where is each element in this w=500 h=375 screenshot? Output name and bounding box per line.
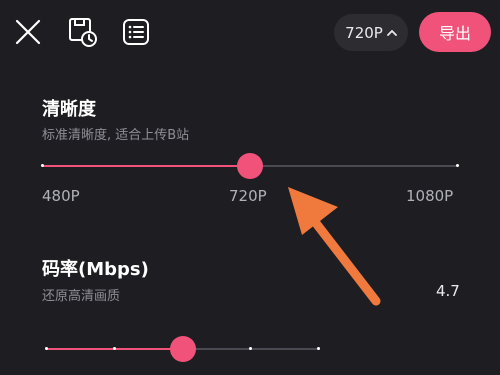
resolution-selector-label: 720P bbox=[345, 23, 383, 42]
bitrate-title: 码率(Mbps) bbox=[42, 259, 149, 280]
export-button-label: 导出 bbox=[438, 24, 471, 43]
bitrate-subtitle: 还原高清画质 bbox=[42, 289, 121, 304]
resolution-tick-label-480p: 480P bbox=[42, 187, 80, 205]
resolution-subtitle: 标准清晰度, 适合上传B站 bbox=[42, 128, 190, 143]
resolution-tick bbox=[456, 164, 459, 167]
bitrate-value: 4.7 bbox=[436, 282, 460, 300]
save-clock-icon bbox=[69, 18, 97, 47]
close-icon bbox=[15, 19, 41, 45]
close-button[interactable] bbox=[14, 18, 42, 46]
export-button[interactable]: 导出 bbox=[419, 12, 491, 52]
annotation-arrow-icon bbox=[288, 187, 381, 306]
bitrate-tick bbox=[317, 347, 320, 350]
resolution-tick bbox=[41, 164, 44, 167]
bitrate-tick bbox=[249, 347, 252, 350]
resolution-slider[interactable] bbox=[41, 153, 459, 179]
bitrate-slider[interactable] bbox=[45, 336, 320, 362]
resolution-slider-fill bbox=[42, 165, 250, 167]
list-button[interactable] bbox=[122, 18, 150, 46]
resolution-slider-knob[interactable] bbox=[237, 153, 263, 179]
list-icon bbox=[123, 19, 149, 45]
bitrate-slider-knob[interactable] bbox=[170, 336, 196, 362]
resolution-title: 清晰度 bbox=[42, 99, 96, 120]
chevron-up-icon bbox=[386, 29, 397, 36]
resolution-tick-label-1080p: 1080P bbox=[406, 187, 454, 205]
bitrate-tick bbox=[113, 347, 116, 350]
bitrate-tick bbox=[45, 347, 48, 350]
resolution-tick-label-720p: 720P bbox=[229, 187, 267, 205]
resolution-selector[interactable]: 720P bbox=[334, 14, 408, 51]
save-draft-button[interactable] bbox=[68, 16, 98, 48]
